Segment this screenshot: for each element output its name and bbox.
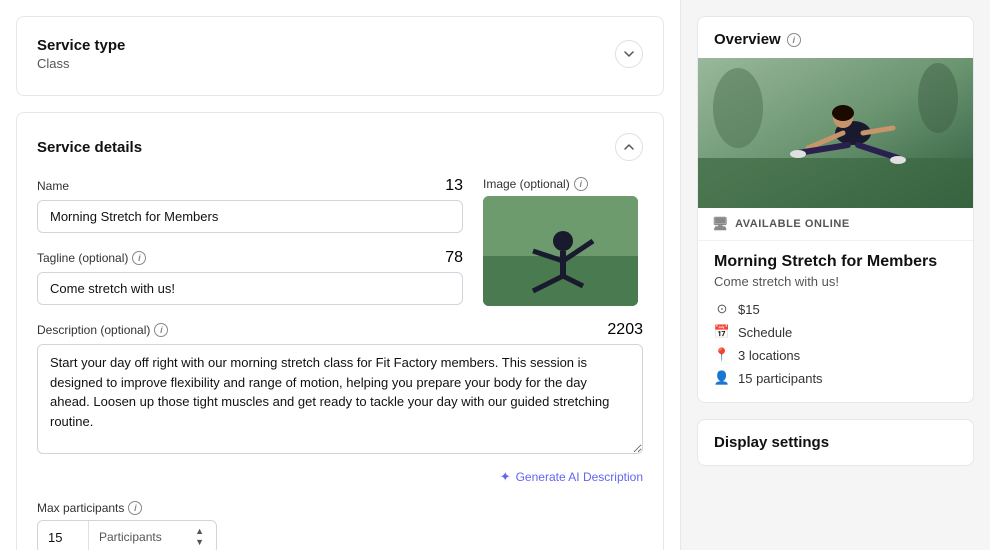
max-participants-input[interactable] [38,522,88,550]
service-details-chevron-button[interactable] [615,133,643,161]
service-type-title: Service type [37,37,125,54]
service-type-header: Service type Class [37,37,643,71]
display-settings-section: Display settings [697,419,974,466]
service-details-header: Service details [37,133,643,161]
service-details-title: Service details [37,139,142,156]
generate-ai-button[interactable]: ✦ Generate AI Description [500,469,643,485]
image-label: Image (optional) i [483,177,588,191]
overview-image-inner [698,58,973,208]
description-label: Description (optional) i [37,323,168,337]
participants-detail: 👤 15 participants [714,370,957,386]
textarea-footer: ✦ Generate AI Description [37,463,643,485]
service-type-value: Class [37,56,125,71]
participants-stepper[interactable]: ▲ ▼ [193,526,206,548]
description-char-count: 2203 [607,321,643,339]
monitor-icon: 🖥 [712,216,729,232]
stepper-down-button[interactable]: ▼ [193,537,206,548]
max-participants-row: Max participants i Participants ▲ ▼ [37,501,643,550]
location-icon: 📍 [714,347,730,363]
participants-unit-label: Participants ▲ ▼ [89,526,216,548]
stretch-person-svg [483,196,638,306]
available-online-badge: 🖥 AVAILABLE ONLINE [698,208,973,241]
service-details-section: Service details Name 13 [16,112,664,550]
name-input[interactable] [37,200,463,233]
max-participants-label: Max participants i [37,501,643,515]
tagline-label: Tagline (optional) i [37,251,146,265]
price-detail: ⊙ $15 [714,301,957,317]
display-settings-title: Display settings [714,434,957,451]
image-upload-col: Image (optional) i [483,177,643,321]
service-type-chevron-button[interactable] [615,40,643,68]
overview-info-icon[interactable]: i [787,33,801,47]
name-label: Name [37,179,69,193]
sparkle-icon: ✦ [500,469,511,485]
overview-stretch-svg [698,58,973,208]
description-field-group: Description (optional) i 2203 Start your… [37,321,643,485]
overview-section: Overview i [697,16,974,403]
overview-card-tagline: Come stretch with us! [714,274,957,289]
stretch-image-preview [483,196,638,306]
tagline-field-group: Tagline (optional) i 78 [37,249,463,305]
stepper-up-button[interactable]: ▲ [193,526,206,537]
form-left-col: Name 13 Tagline (optional) i 78 [37,177,463,321]
image-info-icon[interactable]: i [574,177,588,191]
tagline-info-icon[interactable]: i [132,251,146,265]
schedule-detail: 📅 Schedule [714,324,957,340]
image-field-header: Image (optional) i [483,177,643,191]
name-image-row: Name 13 Tagline (optional) i 78 [37,177,643,321]
tagline-field-header: Tagline (optional) i 78 [37,249,463,267]
right-panel: Overview i [680,0,990,550]
description-textarea[interactable]: Start your day off right with our mornin… [37,344,643,454]
calendar-icon: 📅 [714,324,730,340]
max-participants-info-icon[interactable]: i [128,501,142,515]
service-type-section: Service type Class [16,16,664,96]
left-panel: Service type Class Service details [0,0,680,550]
overview-content: Morning Stretch for Members Come stretch… [698,241,973,402]
service-type-info: Service type Class [37,37,125,71]
description-field-header: Description (optional) i 2203 [37,321,643,339]
price-icon: ⊙ [714,301,730,317]
chevron-up-icon [623,141,635,153]
tagline-input[interactable] [37,272,463,305]
image-upload-area[interactable] [483,196,638,306]
locations-detail: 📍 3 locations [714,347,957,363]
overview-card-title: Morning Stretch for Members [714,253,957,271]
overview-header: Overview i [698,17,973,58]
chevron-down-icon [623,48,635,60]
name-char-count: 13 [445,177,463,195]
overview-hero-image [698,58,973,208]
name-field-group: Name 13 [37,177,463,233]
participants-icon: 👤 [714,370,730,386]
tagline-char-count: 78 [445,249,463,267]
name-field-header: Name 13 [37,177,463,195]
participants-input-group: Participants ▲ ▼ [37,520,217,550]
description-info-icon[interactable]: i [154,323,168,337]
overview-details: ⊙ $15 📅 Schedule 📍 3 locations 👤 15 part… [714,301,957,386]
